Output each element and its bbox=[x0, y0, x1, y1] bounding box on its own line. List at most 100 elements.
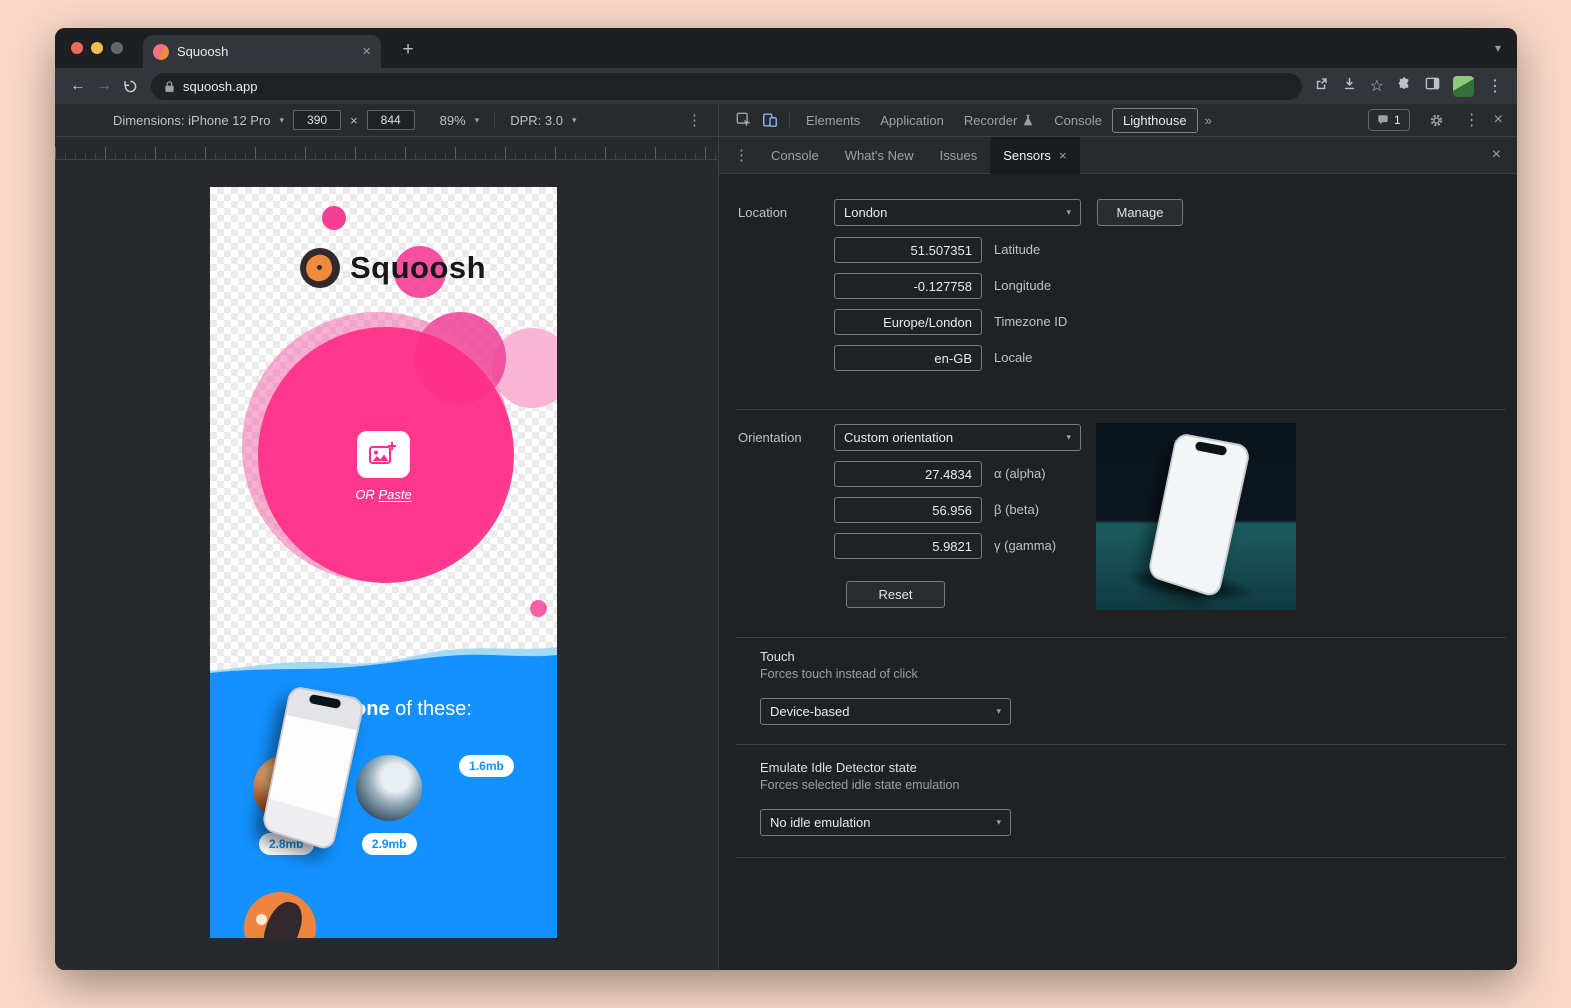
timezone-input[interactable]: Europe/London bbox=[834, 309, 982, 335]
locale-input[interactable]: en-GB bbox=[834, 345, 982, 371]
close-sensors-tab-icon[interactable]: × bbox=[1059, 148, 1067, 163]
alpha-label: α (alpha) bbox=[994, 466, 1046, 481]
device-toolbar-toggle-icon[interactable] bbox=[757, 107, 783, 133]
device-dimensions-dropdown[interactable]: Dimensions: iPhone 12 Pro bbox=[113, 113, 271, 128]
viewport-height-input[interactable]: 844 bbox=[367, 110, 415, 130]
browser-menu-icon[interactable]: ⋮ bbox=[1487, 76, 1503, 96]
location-select[interactable]: London ▾ bbox=[834, 199, 1081, 226]
device-toolbar: Dimensions: iPhone 12 Pro ▾ 390 × 844 89… bbox=[55, 104, 718, 137]
timezone-label: Timezone ID bbox=[994, 314, 1067, 329]
drawer-tab-issues[interactable]: Issues bbox=[927, 137, 991, 174]
zoom-dropdown[interactable]: 89% bbox=[440, 113, 466, 128]
tab-strip: Squoosh × + ▾ bbox=[55, 28, 1517, 68]
paste-link[interactable]: Paste bbox=[378, 487, 411, 502]
chevron-down-icon: ▾ bbox=[1066, 207, 1071, 218]
idle-select[interactable]: No idle emulation ▾ bbox=[760, 809, 1011, 836]
device-emulation-pane: Dimensions: iPhone 12 Pro ▾ 390 × 844 89… bbox=[55, 104, 718, 970]
tab-console[interactable]: Console bbox=[1044, 104, 1112, 137]
orientation-select[interactable]: Custom orientation ▾ bbox=[834, 424, 1081, 451]
address-bar[interactable]: squoosh.app bbox=[151, 73, 1302, 100]
side-panel-icon[interactable] bbox=[1425, 76, 1440, 96]
lock-icon bbox=[164, 80, 175, 93]
tab-recorder[interactable]: Recorder bbox=[954, 104, 1044, 137]
squoosh-wordmark: Squoosh bbox=[350, 250, 486, 286]
divider bbox=[736, 409, 1506, 410]
phone-model bbox=[1147, 432, 1251, 599]
wave-decoration bbox=[210, 637, 557, 677]
demo-image-item[interactable]: 2.9mb bbox=[356, 755, 422, 855]
or-text: OR bbox=[355, 487, 375, 502]
chevron-down-icon: ▾ bbox=[996, 817, 1001, 828]
alpha-input[interactable]: 27.4834 bbox=[834, 461, 982, 487]
reload-button[interactable] bbox=[117, 73, 143, 99]
select-image-button[interactable] bbox=[357, 431, 410, 478]
drawer-tab-whats-new[interactable]: What's New bbox=[832, 137, 927, 174]
fullscreen-window-button[interactable] bbox=[111, 42, 123, 54]
tab-title: Squoosh bbox=[177, 44, 354, 59]
bookmark-star-icon[interactable]: ☆ bbox=[1370, 76, 1384, 96]
latitude-input[interactable]: 51.507351 bbox=[834, 237, 982, 263]
minimize-window-button[interactable] bbox=[91, 42, 103, 54]
drawer-menu-icon[interactable]: ⋮ bbox=[725, 146, 758, 164]
settings-gear-icon[interactable] bbox=[1424, 107, 1450, 133]
beta-input[interactable]: 56.956 bbox=[834, 497, 982, 523]
experiment-flask-icon bbox=[1022, 114, 1034, 126]
decorative-blob bbox=[322, 206, 346, 230]
touch-select[interactable]: Device-based ▾ bbox=[760, 698, 1011, 725]
close-window-button[interactable] bbox=[71, 42, 83, 54]
devtools-close-icon[interactable]: × bbox=[1494, 111, 1503, 129]
viewport-width-input[interactable]: 390 bbox=[293, 110, 341, 130]
divider bbox=[736, 637, 1506, 638]
new-tab-button[interactable]: + bbox=[395, 37, 421, 63]
download-icon[interactable] bbox=[1342, 76, 1357, 96]
drawer-tab-console[interactable]: Console bbox=[758, 137, 832, 174]
devtools-menu-icon[interactable]: ⋮ bbox=[1464, 110, 1480, 130]
chevron-down-icon: ▾ bbox=[280, 115, 285, 126]
back-button[interactable]: ← bbox=[65, 73, 91, 99]
more-tabs-icon[interactable]: » bbox=[1198, 113, 1219, 128]
inspect-element-icon[interactable] bbox=[731, 107, 757, 133]
reset-button[interactable]: Reset bbox=[846, 581, 945, 608]
main-area: Dimensions: iPhone 12 Pro ▾ 390 × 844 89… bbox=[55, 104, 1517, 970]
touch-title: Touch bbox=[760, 649, 795, 664]
demo-images: 2.8mb 2.9mb 1.6mb bbox=[210, 755, 557, 855]
touch-subtitle: Forces touch instead of click bbox=[760, 667, 918, 681]
file-size-badge: 2.9mb bbox=[362, 833, 417, 855]
longitude-label: Longitude bbox=[994, 278, 1051, 293]
demo-photo-dog[interactable] bbox=[356, 755, 422, 821]
browser-window: Squoosh × + ▾ ← → squoosh.app ☆ bbox=[55, 28, 1517, 970]
window-controls bbox=[71, 42, 123, 54]
browser-tab[interactable]: Squoosh × bbox=[143, 35, 381, 68]
profile-avatar[interactable] bbox=[1453, 76, 1474, 97]
issues-count: 1 bbox=[1394, 113, 1401, 127]
or-paste-line: OR Paste bbox=[210, 487, 557, 502]
toolbar-icons: ☆ ⋮ bbox=[1310, 76, 1507, 97]
drawer-tabbar: ⋮ Console What's New Issues Sensors × × bbox=[719, 137, 1517, 174]
beta-label: β (beta) bbox=[994, 502, 1039, 517]
locale-label: Locale bbox=[994, 350, 1032, 365]
open-in-new-icon[interactable] bbox=[1314, 76, 1329, 96]
device-toolbar-menu-icon[interactable]: ⋮ bbox=[687, 111, 702, 129]
tab-search-chevron-icon[interactable]: ▾ bbox=[1495, 41, 1501, 55]
tab-close-icon[interactable]: × bbox=[362, 44, 371, 59]
drawer-tab-sensors[interactable]: Sensors × bbox=[990, 137, 1079, 174]
demo-image-item[interactable]: 1.6mb bbox=[459, 755, 514, 855]
longitude-input[interactable]: -0.127758 bbox=[834, 273, 982, 299]
drawer-tab-sensors-label: Sensors bbox=[1003, 148, 1051, 163]
issues-counter[interactable]: 1 bbox=[1368, 109, 1410, 131]
forward-button[interactable]: → bbox=[91, 73, 117, 99]
extensions-puzzle-icon[interactable] bbox=[1397, 76, 1412, 96]
divider bbox=[736, 857, 1506, 858]
dpr-dropdown[interactable]: DPR: 3.0 bbox=[510, 113, 563, 128]
touch-select-value: Device-based bbox=[770, 704, 850, 719]
tab-application[interactable]: Application bbox=[870, 104, 954, 137]
orientation-select-value: Custom orientation bbox=[844, 430, 953, 445]
manage-button[interactable]: Manage bbox=[1097, 199, 1183, 226]
latitude-label: Latitude bbox=[994, 242, 1040, 257]
orientation-preview[interactable] bbox=[1096, 423, 1296, 610]
orientation-label: Orientation bbox=[738, 430, 802, 445]
tab-elements[interactable]: Elements bbox=[796, 104, 870, 137]
drawer-close-icon[interactable]: × bbox=[1476, 146, 1517, 164]
gamma-input[interactable]: 5.9821 bbox=[834, 533, 982, 559]
tab-lighthouse[interactable]: Lighthouse bbox=[1112, 108, 1198, 133]
